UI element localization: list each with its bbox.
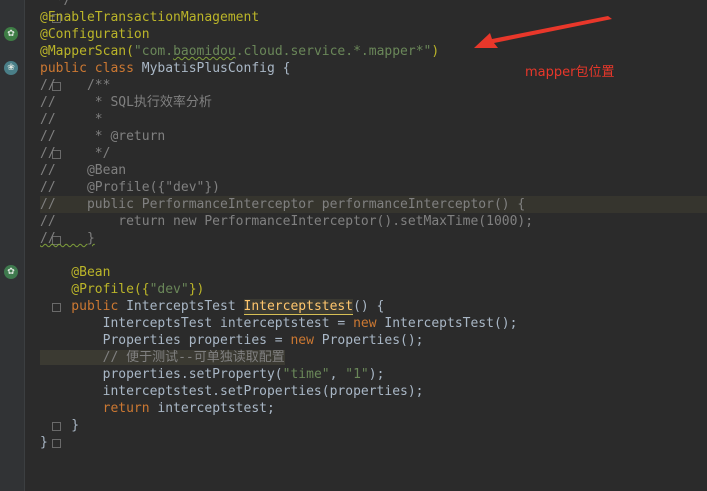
code-line: InterceptsTest interceptstest = new Inte…: [40, 316, 518, 331]
code-line-current: // public PerformanceInterceptor perform…: [40, 196, 707, 213]
fold-column: [24, 0, 61, 491]
code-line: // @Bean: [40, 163, 127, 178]
spring-config-icon[interactable]: ❀: [4, 61, 18, 75]
code-line: // return new PerformanceInterceptor().s…: [40, 214, 534, 229]
code-line: @Profile({"dev"}): [40, 282, 205, 297]
code-line: @Bean: [40, 265, 111, 280]
code-line: // 便于测试--可单独读取配置: [40, 350, 285, 365]
spring-bean-method-icon[interactable]: ✿: [4, 265, 18, 279]
arrow-annotation-icon: [474, 16, 612, 48]
code-line: properties.setProperty("time", "1");: [40, 367, 385, 382]
code-line: // */: [40, 146, 111, 161]
code-line: // * @return: [40, 129, 166, 144]
code-line: // }: [40, 231, 95, 246]
code-line: Properties properties = new Properties()…: [40, 333, 424, 348]
code-line: interceptstest.setProperties(properties)…: [40, 384, 424, 399]
editor-gutter: ✿ ❀ ✿: [0, 0, 24, 491]
code-line: public InterceptsTest Interceptstest() {: [40, 299, 385, 315]
method-name-highlight[interactable]: Interceptstest: [243, 299, 354, 315]
code-line: }: [40, 418, 80, 433]
code-line: // * SQL执行效率分析: [40, 95, 212, 110]
spring-bean-icon[interactable]: ✿: [4, 27, 18, 41]
code-line: // *: [40, 112, 103, 127]
code-line: // @Profile({"dev"}): [40, 180, 221, 195]
code-line: return interceptstest;: [40, 401, 275, 416]
annotation-callout: mapper包位置: [525, 65, 615, 80]
code-line: }: [40, 435, 48, 450]
code-line: */: [40, 0, 72, 8]
